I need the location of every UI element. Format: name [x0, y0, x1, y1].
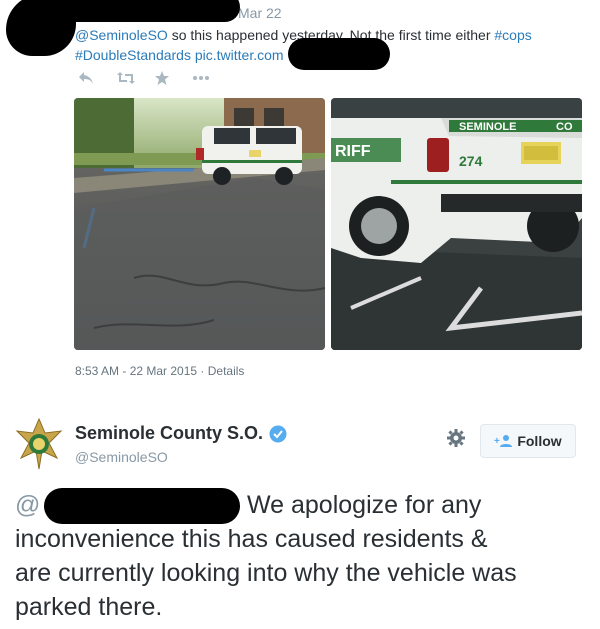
redacted-link	[288, 38, 390, 70]
original-tweet: Mar 22 @SeminoleSO so this happened yest…	[0, 0, 600, 396]
display-name[interactable]: Seminole County S.O.	[75, 423, 287, 444]
reply-tweet: Seminole County S.O. @SeminoleSO + Follo…	[0, 396, 600, 629]
vehicle-seminole-text: SEMINOLE	[459, 121, 516, 133]
photo-parking-lot[interactable]	[74, 98, 325, 350]
more-icon[interactable]	[192, 68, 230, 88]
add-user-icon: +	[494, 435, 513, 447]
hashtag-doublestandards-link[interactable]: #DoubleStandards	[75, 47, 191, 63]
reply-line-4: parked there.	[15, 593, 163, 621]
reply-line-3: are currently looking into why the vehic…	[15, 559, 517, 587]
mention-link[interactable]: @SeminoleSO	[75, 27, 168, 43]
pic-link[interactable]: pic.twitter.com	[191, 47, 284, 63]
vehicle-county-text: CO	[556, 121, 573, 133]
vehicle-sheriff-text: RIFF	[335, 143, 371, 160]
reply-line-2: inconvenience this has caused residents …	[15, 525, 488, 553]
star-icon[interactable]	[154, 68, 192, 88]
vehicle-number: 274	[459, 153, 483, 169]
reply-icon[interactable]	[78, 68, 116, 88]
sheriff-star-avatar[interactable]	[15, 417, 63, 470]
redacted-username	[40, 0, 240, 22]
gear-icon[interactable]	[446, 428, 466, 448]
display-name-text[interactable]: Seminole County S.O.	[75, 423, 263, 444]
verified-badge-icon	[269, 425, 287, 442]
tweet-timestamp[interactable]: Mar 22	[238, 5, 282, 21]
reply-line-1: We apologize for any	[247, 491, 482, 519]
follow-button[interactable]: + Follow	[480, 424, 576, 458]
retweet-icon[interactable]	[116, 68, 154, 88]
photo-suv-closeup[interactable]: SEMINOLE CO 274 RIFF	[331, 98, 582, 350]
user-handle[interactable]: @SeminoleSO	[75, 449, 168, 465]
mention-prefix[interactable]: @	[15, 488, 40, 522]
hashtag-cops-link[interactable]: #cops	[494, 27, 531, 43]
tweet-photos: SEMINOLE CO 274 RIFF	[74, 98, 582, 350]
tweet-meta[interactable]: 8:53 AM - 22 Mar 2015 · Details	[75, 364, 244, 378]
follow-label: Follow	[517, 433, 562, 449]
redacted-mention	[44, 488, 240, 524]
svg-text:+: +	[494, 436, 500, 447]
tweet-actions	[78, 68, 230, 88]
